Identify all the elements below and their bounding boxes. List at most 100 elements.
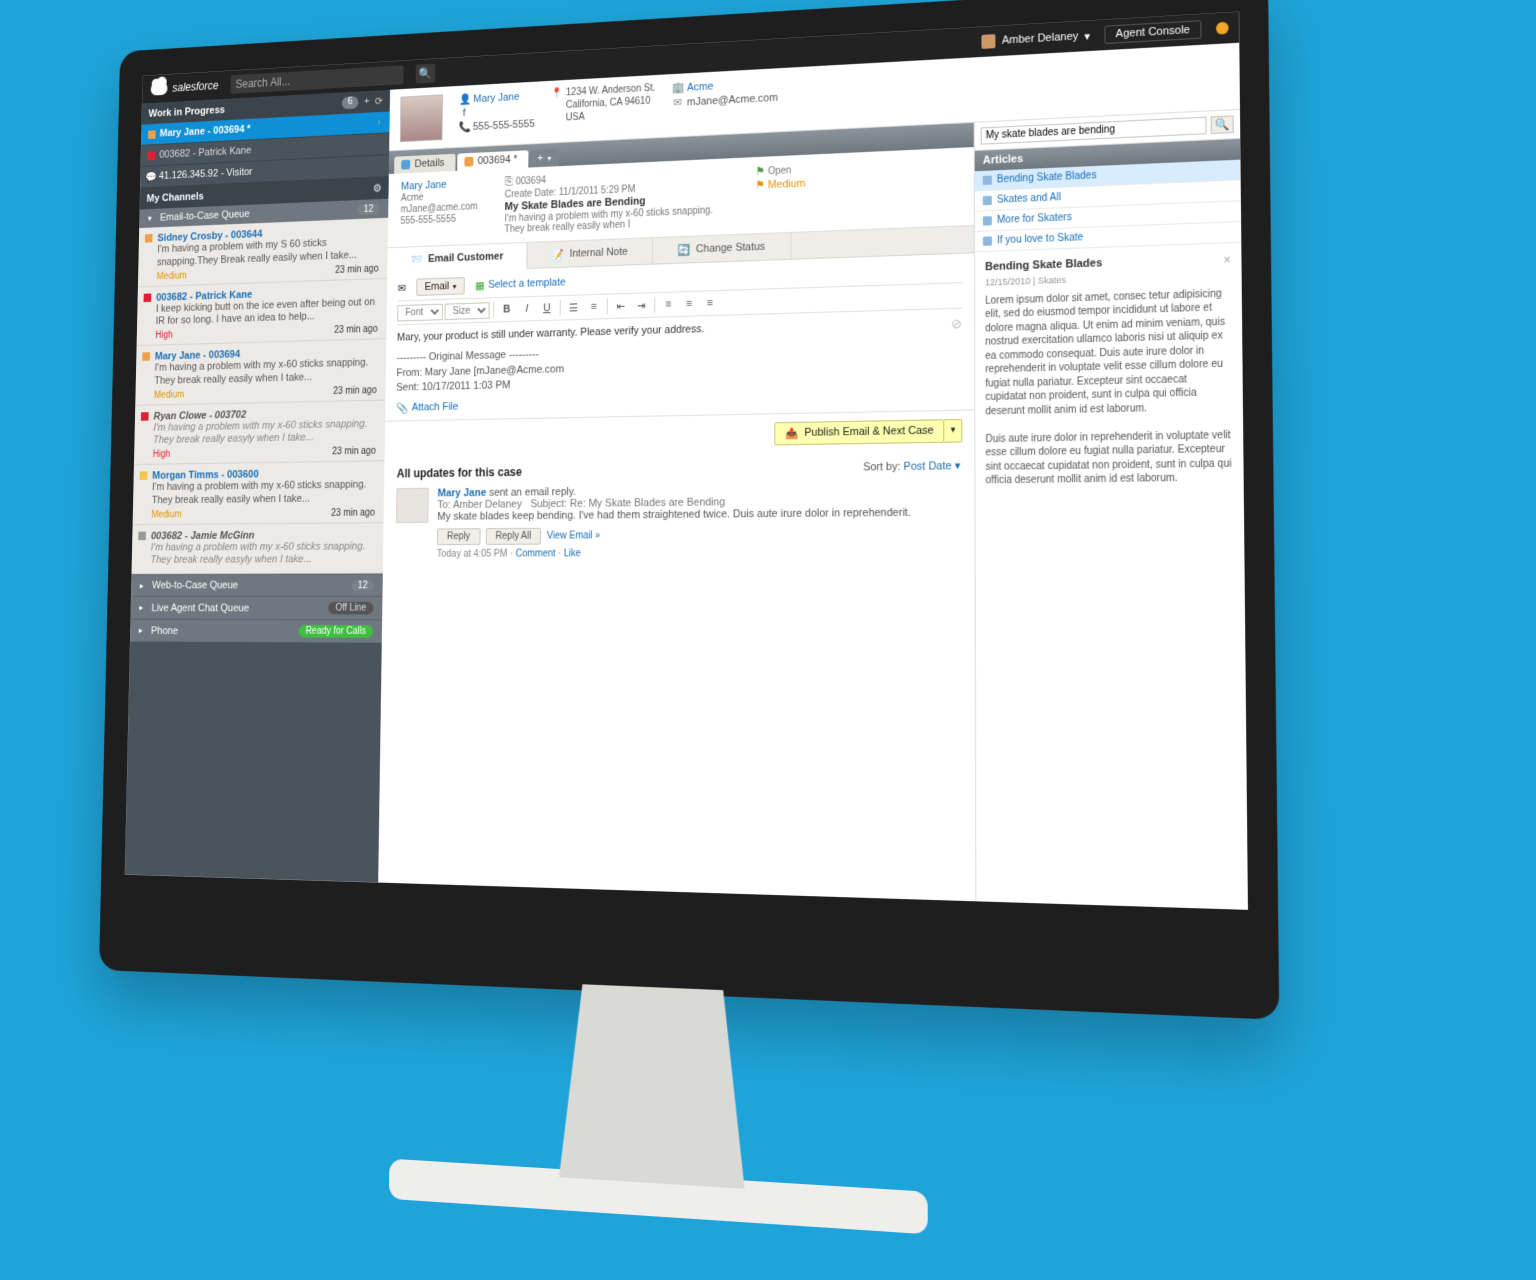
phone-queue[interactable]: ▸ Phone Ready for Calls bbox=[130, 619, 382, 643]
phone-icon: 📞 bbox=[459, 121, 470, 134]
contact-name[interactable]: Mary Jane bbox=[473, 91, 519, 105]
update-author[interactable]: Mary Jane bbox=[438, 487, 487, 499]
article-search-button[interactable]: 🔍 bbox=[1211, 115, 1234, 134]
case-time: 23 min ago bbox=[334, 324, 378, 336]
align-left-button[interactable]: ≡ bbox=[659, 295, 678, 313]
article-preview: × Bending Skate Blades 12/15/2010 | Skat… bbox=[975, 243, 1244, 497]
facebook-icon[interactable]: f bbox=[459, 107, 470, 119]
tab-add[interactable]: + ▾ bbox=[530, 149, 559, 168]
compose-icon: ✉ bbox=[398, 281, 406, 294]
article-search-input[interactable] bbox=[981, 117, 1207, 145]
gear-icon[interactable]: ⚙ bbox=[373, 182, 382, 195]
like-link[interactable]: Like bbox=[564, 548, 581, 559]
case-item[interactable]: Morgan Timms - 003600 I'm having a probl… bbox=[133, 461, 385, 524]
wip-title: Work in Progress bbox=[148, 104, 225, 119]
case-priority: High bbox=[155, 330, 173, 341]
case-priority: High bbox=[153, 449, 171, 460]
expand-icon: ▸ bbox=[140, 580, 144, 590]
avatar-icon bbox=[982, 34, 996, 49]
agent-console-button[interactable]: Agent Console bbox=[1104, 20, 1201, 44]
font-select[interactable]: Font bbox=[397, 303, 443, 321]
email-composer: ✉ Email ▾ ▦Select a template Font Size B… bbox=[385, 253, 974, 421]
person-icon: 👤 bbox=[459, 93, 470, 106]
case-item[interactable]: Mary Jane - 003694 I'm having a problem … bbox=[135, 339, 386, 405]
close-icon[interactable]: × bbox=[1223, 252, 1231, 269]
tab-internal-note[interactable]: 📝Internal Note bbox=[528, 238, 653, 268]
live-agent-queue[interactable]: ▸ Live Agent Chat Queue Off Line bbox=[131, 596, 383, 619]
email-type-dropdown[interactable]: Email ▾ bbox=[416, 277, 464, 296]
queue-label: Web-to-Case Queue bbox=[152, 580, 238, 592]
case-item[interactable]: Sidney Crosby - 003644 I'm having a prob… bbox=[138, 218, 388, 287]
wip-count-badge: 6 bbox=[342, 96, 359, 109]
status-indicator-icon[interactable] bbox=[1216, 22, 1229, 35]
avatar-icon bbox=[396, 487, 429, 522]
atab-label: Internal Note bbox=[570, 246, 628, 260]
outdent-button[interactable]: ⇤ bbox=[611, 297, 630, 315]
case-icon bbox=[464, 157, 473, 167]
atab-label: Change Status bbox=[696, 241, 765, 255]
article-link: If you love to Skate bbox=[997, 232, 1083, 246]
chevron-right-icon: › bbox=[378, 117, 381, 129]
queue-label: Email-to-Case Queue bbox=[160, 208, 250, 223]
update-to: Amber Delaney bbox=[453, 498, 522, 510]
case-item[interactable]: Ryan Clowe - 003702 I'm having a problem… bbox=[134, 400, 385, 465]
article-link: Skates and All bbox=[997, 192, 1061, 206]
align-right-button[interactable]: ≡ bbox=[700, 294, 719, 312]
search-icon[interactable]: 🔍 bbox=[415, 64, 435, 84]
status-icon: 🔄 bbox=[677, 243, 690, 256]
book-icon bbox=[983, 196, 992, 205]
article-para: Duis aute irure dolor in reprehenderit i… bbox=[985, 429, 1233, 489]
select-template-link[interactable]: ▦Select a template bbox=[475, 276, 566, 292]
size-select[interactable]: Size bbox=[444, 302, 489, 320]
reply-all-button[interactable]: Reply All bbox=[485, 527, 541, 544]
clear-icon[interactable]: ⊘ bbox=[951, 315, 962, 334]
align-center-button[interactable]: ≡ bbox=[680, 295, 699, 313]
indent-button[interactable]: ⇥ bbox=[632, 296, 651, 314]
add-icon[interactable]: + bbox=[364, 96, 370, 109]
email-body[interactable]: Mary, your product is still under warran… bbox=[396, 315, 962, 396]
queue-count-badge: 12 bbox=[351, 580, 373, 591]
italic-button[interactable]: I bbox=[518, 300, 536, 318]
case-item[interactable]: 003682 - Patrick Kane I keep kicking but… bbox=[137, 278, 388, 346]
publish-dropdown[interactable]: ▾ bbox=[945, 418, 963, 442]
bold-button[interactable]: B bbox=[498, 300, 516, 318]
tab-change-status[interactable]: 🔄 Change Status bbox=[653, 233, 791, 264]
case-phone: 555-555-5555 bbox=[400, 213, 477, 227]
underline-button[interactable]: U bbox=[538, 299, 556, 317]
tab-label: Details bbox=[414, 157, 444, 170]
contact-email: mJane@Acme.com bbox=[687, 92, 778, 109]
case-priority: Medium bbox=[151, 509, 181, 520]
current-user-menu[interactable]: Amber Delaney ▾ bbox=[982, 29, 1090, 49]
flag-icon bbox=[141, 412, 149, 421]
update-item: Mary Jane sent an email reply. To: Amber… bbox=[396, 481, 961, 559]
number-list-button[interactable]: ≡ bbox=[585, 298, 604, 316]
salesforce-logo: salesforce bbox=[151, 79, 219, 96]
template-icon: ▦ bbox=[475, 279, 485, 292]
status-pill: Off Line bbox=[328, 602, 373, 615]
search-placeholder: Search All... bbox=[235, 75, 290, 91]
bullet-list-button[interactable]: ☰ bbox=[564, 298, 583, 316]
publish-email-button[interactable]: 📤Publish Email & Next Case bbox=[775, 419, 945, 445]
case-snippet: I'm having a problem with my x-60 sticks… bbox=[153, 418, 376, 448]
reply-button[interactable]: Reply bbox=[437, 528, 480, 545]
contact-account[interactable]: Acme bbox=[687, 81, 714, 94]
case-priority: Medium bbox=[768, 178, 806, 192]
update-subject: My Skate Blades are Bending bbox=[588, 496, 725, 509]
sort-dropdown[interactable]: Post Date ▾ bbox=[904, 460, 961, 473]
expand-icon: ▸ bbox=[139, 625, 143, 635]
flag-icon bbox=[144, 293, 152, 302]
channels-title: My Channels bbox=[147, 190, 204, 204]
queue-label: Phone bbox=[151, 625, 178, 637]
case-item[interactable]: 003682 - Jamie McGinn I'm having a probl… bbox=[132, 523, 384, 575]
template-label: Select a template bbox=[488, 276, 566, 290]
view-email-link[interactable]: View Email » bbox=[547, 530, 601, 541]
article-link: More for Skaters bbox=[997, 212, 1072, 226]
send-icon: 📤 bbox=[785, 426, 798, 439]
comment-link[interactable]: Comment bbox=[516, 548, 556, 559]
flag-icon bbox=[148, 130, 156, 139]
web-to-case-queue[interactable]: ▸ Web-to-Case Queue 12 bbox=[131, 574, 383, 596]
case-snippet: I'm having a problem with my x-60 sticks… bbox=[152, 479, 376, 508]
history-icon[interactable]: ⟳ bbox=[375, 95, 383, 108]
case-snippet: I'm having a problem with my x-60 sticks… bbox=[150, 540, 374, 567]
book-icon bbox=[983, 176, 992, 185]
